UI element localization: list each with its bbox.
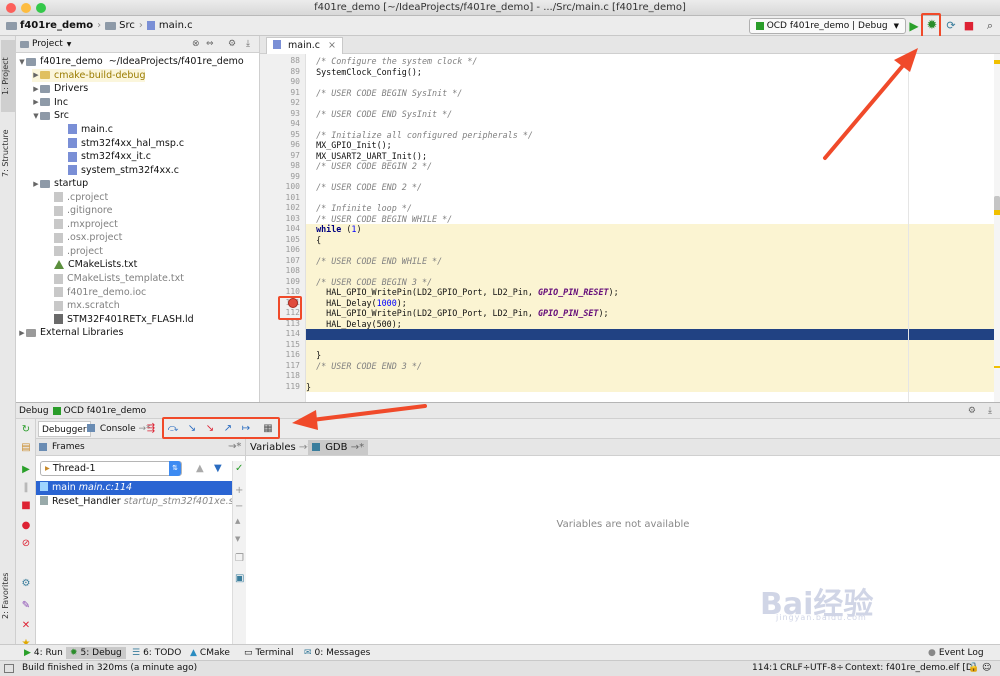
tool-tab-run-label: 4: Run (33, 648, 63, 658)
tool-tab-cmake[interactable]: ▲ CMake (186, 647, 234, 659)
tool-tab-event-log[interactable]: ● Event Log (924, 647, 988, 659)
annotation-arrows (292, 48, 918, 430)
cmake-icon: ▲ (190, 648, 197, 658)
tool-tab-terminal[interactable]: ▭ Terminal (240, 647, 298, 659)
todo-icon: ☰ (132, 648, 141, 658)
tool-tab-run[interactable]: ▶ 4: Run (20, 647, 67, 659)
debug-bug-icon: ✹ (70, 648, 78, 658)
bottom-tool-bar: ▶ 4: Run ✹ 5: Debug ☰ 6: TODO ▲ CMake ▭ Termi… (0, 644, 1000, 660)
tool-tab-debug[interactable]: ✹ 5: Debug (66, 647, 126, 659)
tool-tab-todo-label: 6: TODO (143, 648, 182, 658)
ide-window: f401re_demo [~/IdeaProjects/f401re_demo]… (0, 0, 1000, 676)
arrow-to-step-buttons (310, 404, 427, 422)
tool-tab-todo[interactable]: ☰ 6: TODO (128, 647, 185, 659)
tool-tab-debug-label: 5: Debug (80, 648, 122, 658)
event-log-icon: ● (928, 648, 936, 658)
arrow-head (292, 410, 318, 430)
tool-tab-messages-label: 0: Messages (314, 648, 371, 658)
lock-icon[interactable]: 🔓 (968, 661, 979, 676)
status-toggle-icon[interactable] (4, 664, 14, 673)
status-message: Build finished in 320ms (a minute ago) (22, 663, 198, 673)
status-context[interactable]: Context: f401re_demo.elf [D] (845, 661, 976, 676)
tool-tab-event-log-label: Event Log (938, 648, 984, 658)
status-caret-position[interactable]: 114:1 (752, 661, 778, 676)
terminal-icon: ▭ (244, 648, 253, 658)
status-line-separator[interactable]: CRLF÷ (780, 661, 810, 676)
arrow-to-debug-button (823, 60, 908, 160)
messages-icon: ✉ (304, 648, 312, 658)
status-encoding[interactable]: UTF-8÷ (810, 661, 844, 676)
run-icon: ▶ (24, 648, 31, 658)
tool-tab-cmake-label: CMake (199, 648, 230, 658)
inspector-icon[interactable]: ☺ (982, 661, 991, 676)
tool-tab-messages[interactable]: ✉ 0: Messages (300, 647, 374, 659)
arrow-head (894, 48, 918, 72)
status-bar: Build finished in 320ms (a minute ago) 1… (0, 660, 1000, 676)
tool-tab-terminal-label: Terminal (255, 648, 294, 658)
